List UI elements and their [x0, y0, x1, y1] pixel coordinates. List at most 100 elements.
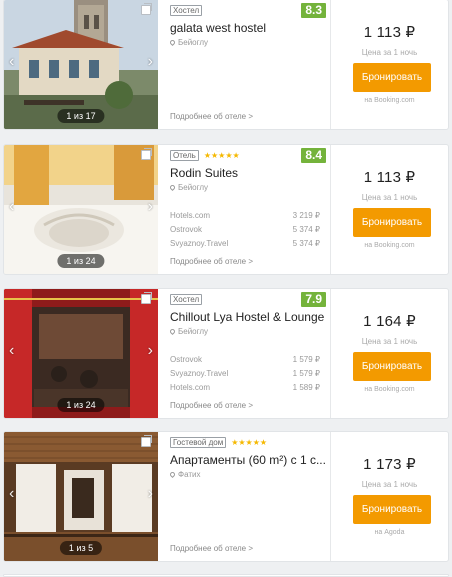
- offer-site: Ostrovok: [170, 225, 203, 234]
- photo-next-arrow[interactable]: ›: [148, 486, 153, 502]
- hotel-type-badge: Хостел: [170, 5, 203, 16]
- hotel-type-row: Гостевой дом ★★★★★: [170, 437, 267, 448]
- location-pin-icon: [168, 38, 177, 47]
- hotel-location: Бейоглу: [168, 327, 209, 336]
- details-link[interactable]: Подробнее об отеле >: [170, 112, 253, 121]
- hotel-photo[interactable]: ‹ › 1 из 24: [4, 289, 158, 418]
- price-source: на Agoda: [374, 529, 405, 536]
- hotel-location: Бейоглу: [168, 38, 209, 47]
- offer-site: Hotels.com: [170, 211, 211, 220]
- offer-price: 1 589 ₽: [292, 383, 320, 392]
- offer-price: 1 579 ₽: [292, 355, 320, 364]
- photo-prev-arrow[interactable]: ‹: [9, 199, 14, 215]
- photo-next-arrow[interactable]: ›: [148, 343, 153, 359]
- hotel-type-row: Отель ★★★★★: [170, 150, 240, 161]
- book-button[interactable]: Бронировать: [353, 495, 431, 524]
- location-label: Фатих: [178, 470, 201, 479]
- location-label: Бейоглу: [178, 38, 209, 47]
- offer-row[interactable]: Svyaznoy.Travel 5 374 ₽: [170, 237, 320, 251]
- per-night-label: Цена за 1 ночь: [361, 337, 418, 346]
- hotel-type-badge: Хостел: [170, 294, 203, 305]
- photo-counter: 1 из 24: [57, 254, 105, 268]
- per-night-label: Цена за 1 ночь: [361, 48, 418, 57]
- offer-row[interactable]: Hotels.com 3 219 ₽: [170, 209, 320, 223]
- book-button[interactable]: Бронировать: [353, 63, 431, 92]
- hotel-type-row: Хостел: [170, 294, 203, 305]
- location-label: Бейоглу: [178, 183, 209, 192]
- rating-badge: 7.9: [301, 292, 326, 307]
- price-source: на Booking.com: [364, 242, 415, 249]
- photo-prev-arrow[interactable]: ‹: [9, 343, 14, 359]
- details-link[interactable]: Подробнее об отеле >: [170, 544, 253, 553]
- offer-price: 3 219 ₽: [292, 211, 320, 220]
- offer-row[interactable]: Hotels.com 1 589 ₽: [170, 381, 320, 395]
- photo-next-arrow[interactable]: ›: [148, 199, 153, 215]
- price-source: на Booking.com: [364, 386, 415, 393]
- compare-icon[interactable]: [141, 435, 152, 447]
- photo-prev-arrow[interactable]: ‹: [9, 54, 14, 70]
- rating-badge: 8.4: [301, 148, 326, 163]
- photo-counter: 1 из 24: [57, 398, 105, 412]
- hotel-name[interactable]: Апартаменты (60 m²) с 1 с...: [170, 453, 328, 467]
- book-button[interactable]: Бронировать: [353, 208, 431, 237]
- offer-site: Ostrovok: [170, 355, 203, 364]
- offer-row[interactable]: Ostrovok 1 579 ₽: [170, 353, 320, 367]
- offer-row[interactable]: Ostrovok 5 374 ₽: [170, 223, 320, 237]
- hotel-card[interactable]: ‹ › 1 из 17 Хостел 8.3 galata west hoste…: [3, 0, 449, 130]
- offer-site: Svyaznoy.Travel: [170, 369, 229, 378]
- price-column: 1 164 ₽ Цена за 1 ночь Бронировать на Bo…: [330, 289, 448, 418]
- location-pin-icon: [168, 183, 177, 192]
- offers-list: Hotels.com 3 219 ₽ Ostrovok 5 374 ₽ Svya…: [170, 209, 320, 251]
- hotel-location: Бейоглу: [168, 183, 209, 192]
- hotel-card[interactable]: ‹ › 1 из 24 Хостел 7.9 Chillout Lya Host…: [3, 288, 449, 419]
- hotel-name[interactable]: galata west hostel: [170, 21, 328, 35]
- hotel-name[interactable]: Chillout Lya Hostel & Lounge: [170, 310, 328, 324]
- hotel-price: 1 164 ₽: [363, 313, 416, 330]
- photo-counter: 1 из 5: [59, 541, 103, 555]
- offer-site: Svyaznoy.Travel: [170, 239, 229, 248]
- hotel-type-badge: Гостевой дом: [170, 437, 227, 448]
- hotel-card[interactable]: ‹ › 1 из 5 Гостевой дом ★★★★★ Апартамент…: [3, 431, 449, 562]
- price-source: на Booking.com: [364, 97, 415, 104]
- offer-price: 1 579 ₽: [292, 369, 320, 378]
- book-button[interactable]: Бронировать: [353, 352, 431, 381]
- hotel-price: 1 113 ₽: [363, 24, 416, 41]
- hotel-photo[interactable]: ‹ › 1 из 5: [4, 432, 158, 561]
- rating-badge: 8.3: [301, 3, 326, 18]
- hotel-price: 1 173 ₽: [363, 456, 416, 473]
- hotel-name[interactable]: Rodin Suites: [170, 166, 328, 180]
- details-link[interactable]: Подробнее об отеле >: [170, 401, 253, 410]
- price-column: 1 113 ₽ Цена за 1 ночь Бронировать на Bo…: [330, 0, 448, 129]
- photo-next-arrow[interactable]: ›: [148, 54, 153, 70]
- offer-site: Hotels.com: [170, 383, 211, 392]
- hotel-info: Гостевой дом ★★★★★ Апартаменты (60 m²) с…: [168, 432, 328, 561]
- hotel-price: 1 113 ₽: [363, 169, 416, 186]
- star-rating: ★★★★★: [231, 438, 268, 447]
- hotel-info: Отель ★★★★★ 8.4 Rodin Suites Бейоглу Hot…: [168, 145, 328, 274]
- photo-counter: 1 из 17: [57, 109, 105, 123]
- offer-price: 5 374 ₽: [292, 239, 320, 248]
- star-rating: ★★★★★: [203, 151, 240, 160]
- offer-row[interactable]: Svyaznoy.Travel 1 579 ₽: [170, 367, 320, 381]
- location-pin-icon: [168, 470, 177, 479]
- compare-icon[interactable]: [141, 148, 152, 160]
- hotel-info: Хостел 7.9 Chillout Lya Hostel & Lounge …: [168, 289, 328, 418]
- per-night-label: Цена за 1 ночь: [361, 193, 418, 202]
- hotel-type-row: Хостел: [170, 5, 203, 16]
- hotel-photo[interactable]: ‹ › 1 из 24: [4, 145, 158, 274]
- offers-list: Ostrovok 1 579 ₽ Svyaznoy.Travel 1 579 ₽…: [170, 353, 320, 395]
- hotel-photo[interactable]: ‹ › 1 из 17: [4, 0, 158, 129]
- hotel-info: Хостел 8.3 galata west hostel Бейоглу По…: [168, 0, 328, 129]
- price-column: 1 173 ₽ Цена за 1 ночь Бронировать на Ag…: [330, 432, 448, 561]
- compare-icon[interactable]: [141, 3, 152, 15]
- location-pin-icon: [168, 327, 177, 336]
- offer-price: 5 374 ₽: [292, 225, 320, 234]
- compare-icon[interactable]: [141, 292, 152, 304]
- location-label: Бейоглу: [178, 327, 209, 336]
- per-night-label: Цена за 1 ночь: [361, 480, 418, 489]
- hotel-card[interactable]: ‹ › 1 из 24 Отель ★★★★★ 8.4 Rodin Suites…: [3, 144, 449, 275]
- details-link[interactable]: Подробнее об отеле >: [170, 257, 253, 266]
- photo-prev-arrow[interactable]: ‹: [9, 486, 14, 502]
- price-column: 1 113 ₽ Цена за 1 ночь Бронировать на Bo…: [330, 145, 448, 274]
- hotel-type-badge: Отель: [170, 150, 199, 161]
